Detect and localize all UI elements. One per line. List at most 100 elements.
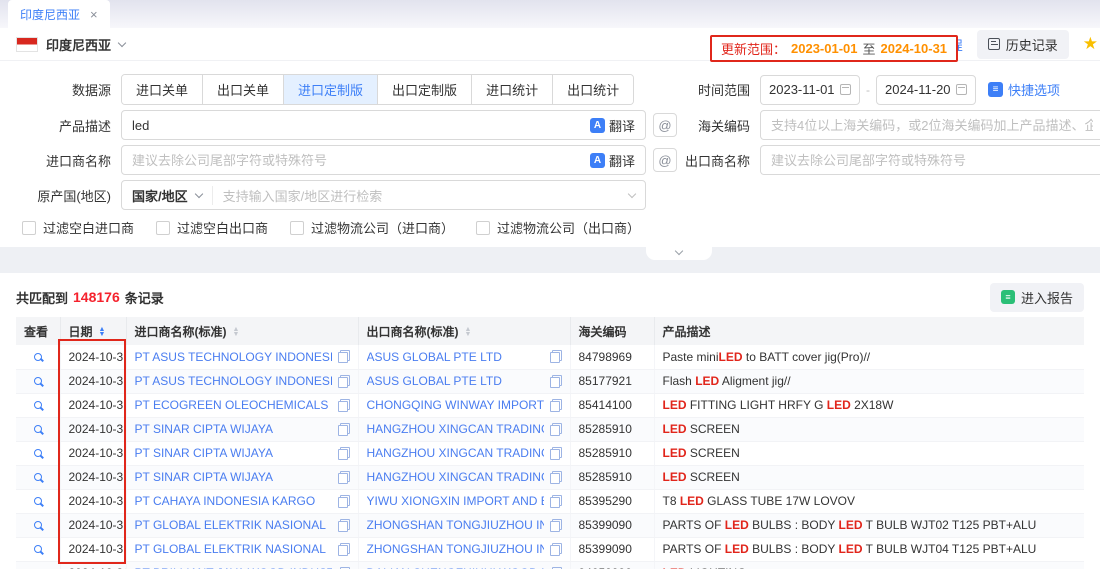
quick-options-button[interactable]: ≡ 快捷选项 bbox=[988, 80, 1060, 99]
column-header[interactable]: 出口商名称(标准)▲▼ bbox=[358, 317, 570, 345]
checkbox-icon[interactable] bbox=[156, 221, 170, 235]
copy-icon[interactable] bbox=[550, 399, 562, 412]
importer-name-link[interactable]: PT SINAR CIPTA WIJAYA bbox=[135, 446, 332, 460]
view-detail-icon[interactable] bbox=[34, 353, 42, 361]
copy-icon[interactable] bbox=[338, 471, 350, 484]
exporter-name-link[interactable]: HANGZHOU XINGCAN TRADING CO LTD bbox=[367, 422, 544, 436]
window-tab-bar: 印度尼西亚 × bbox=[0, 0, 1100, 28]
enter-report-button[interactable]: ≡ 进入报告 bbox=[990, 283, 1084, 312]
data-source-option[interactable]: 出口定制版 bbox=[378, 75, 472, 104]
checkbox-icon[interactable] bbox=[22, 221, 36, 235]
hs-code-input[interactable] bbox=[771, 118, 1093, 133]
date-cell: 2024-10-31 bbox=[60, 393, 126, 417]
view-detail-icon[interactable] bbox=[34, 425, 42, 433]
exporter-name-input[interactable] bbox=[771, 153, 1093, 168]
data-source-option[interactable]: 进口统计 bbox=[472, 75, 553, 104]
checkbox-icon[interactable] bbox=[476, 221, 490, 235]
view-detail-icon[interactable] bbox=[34, 449, 42, 457]
history-search-icon[interactable]: @ bbox=[653, 148, 677, 172]
checkbox-icon[interactable] bbox=[290, 221, 304, 235]
copy-icon[interactable] bbox=[338, 375, 350, 388]
hs-code-cell: 85399090 bbox=[570, 537, 654, 561]
hs-code-cell: 94059990 bbox=[570, 561, 654, 569]
copy-icon[interactable] bbox=[338, 519, 350, 532]
exporter-name-link[interactable]: CHONGQING WINWAY IMPORT AND E... bbox=[367, 398, 544, 412]
copy-icon[interactable] bbox=[550, 350, 562, 363]
origin-country-placeholder[interactable]: 支持输入国家/地区进行检索 bbox=[223, 186, 621, 205]
view-detail-icon[interactable] bbox=[34, 521, 42, 529]
copy-icon[interactable] bbox=[550, 375, 562, 388]
copy-icon[interactable] bbox=[338, 447, 350, 460]
sort-icon[interactable]: ▲▼ bbox=[465, 327, 472, 338]
importer-name-link[interactable]: PT SINAR CIPTA WIJAYA bbox=[135, 422, 332, 436]
data-source-option[interactable]: 出口统计 bbox=[553, 75, 633, 104]
copy-icon[interactable] bbox=[338, 399, 350, 412]
importer-name-link[interactable]: PT GLOBAL ELEKTRIK NASIONAL bbox=[135, 542, 332, 556]
exporter-name-link[interactable]: HANGZHOU XINGCAN TRADING CO LTD bbox=[367, 446, 544, 460]
filter-checkbox[interactable]: 过滤物流公司（进口商） bbox=[290, 218, 454, 237]
exporter-name-link[interactable]: HANGZHOU XINGCAN TRADING CO LTD bbox=[367, 470, 544, 484]
date-range-dash: - bbox=[866, 83, 870, 97]
chevron-down-icon[interactable] bbox=[118, 38, 126, 46]
view-detail-icon[interactable] bbox=[34, 377, 42, 385]
copy-icon[interactable] bbox=[550, 447, 562, 460]
filter-checkbox[interactable]: 过滤物流公司（出口商） bbox=[476, 218, 640, 237]
exporter-name-link[interactable]: ZHONGSHAN TONGJIUZHOU INTERNA... bbox=[367, 518, 544, 532]
sort-desc-caret: ▼ bbox=[233, 332, 240, 338]
product-text: Flash bbox=[663, 374, 696, 388]
data-source-option[interactable]: 进口关单 bbox=[122, 75, 203, 104]
copy-icon[interactable] bbox=[550, 471, 562, 484]
copy-icon[interactable] bbox=[550, 519, 562, 532]
copy-icon[interactable] bbox=[338, 423, 350, 436]
importer-name-link[interactable]: PT ASUS TECHNOLOGY INDONESIA BA... bbox=[135, 350, 332, 364]
importer-name-link[interactable]: PT ECOGREEN OLEOCHEMICALS bbox=[135, 398, 332, 412]
history-button[interactable]: 历史记录 bbox=[977, 30, 1069, 59]
tab-indonesia[interactable]: 印度尼西亚 × bbox=[8, 0, 110, 28]
copy-icon[interactable] bbox=[338, 543, 350, 556]
data-source-option[interactable]: 进口定制版 bbox=[284, 75, 378, 104]
exporter-name-link[interactable]: ASUS GLOBAL PTE LTD bbox=[367, 350, 544, 364]
product-desc-field: A 翻译 bbox=[121, 110, 646, 140]
star-icon[interactable]: ★ bbox=[1083, 34, 1098, 54]
view-detail-icon[interactable] bbox=[34, 401, 42, 409]
filter-checkbox[interactable]: 过滤空白进口商 bbox=[22, 218, 134, 237]
copy-icon[interactable] bbox=[550, 495, 562, 508]
filter-checkbox[interactable]: 过滤空白出口商 bbox=[156, 218, 268, 237]
exporter-name-field bbox=[760, 145, 1100, 175]
copy-icon[interactable] bbox=[338, 350, 350, 363]
importer-name-link[interactable]: PT GLOBAL ELEKTRIK NASIONAL bbox=[135, 518, 332, 532]
copy-icon[interactable] bbox=[550, 543, 562, 556]
table-body: 2024-10-31 PT ASUS TECHNOLOGY INDONESIA B… bbox=[16, 345, 1084, 569]
importer-name-link[interactable]: PT CAHAYA INDONESIA KARGO bbox=[135, 494, 332, 508]
exporter-wrap: ASUS GLOBAL PTE LTD bbox=[367, 350, 562, 364]
importer-wrap: PT GLOBAL ELEKTRIK NASIONAL bbox=[135, 518, 350, 532]
table-row: 2024-10-31PT ASUS TECHNOLOGY INDONESIA B… bbox=[16, 345, 1084, 369]
origin-country-selector[interactable]: 国家/地区 bbox=[132, 186, 213, 205]
translate-button[interactable]: A 翻译 bbox=[590, 116, 635, 135]
product-desc-input[interactable] bbox=[132, 118, 590, 133]
column-header[interactable]: 进口商名称(标准)▲▼ bbox=[126, 317, 358, 345]
data-source-option[interactable]: 出口关单 bbox=[203, 75, 284, 104]
date-to-input[interactable]: 2024-11-20 bbox=[876, 75, 976, 105]
date-from-input[interactable]: 2023-11-01 bbox=[760, 75, 860, 105]
translate-button[interactable]: A 翻译 bbox=[590, 151, 635, 170]
quick-options-icon: ≡ bbox=[988, 82, 1003, 97]
importer-name-link[interactable]: PT SINAR CIPTA WIJAYA bbox=[135, 470, 332, 484]
view-detail-icon[interactable] bbox=[34, 545, 42, 553]
view-detail-icon[interactable] bbox=[34, 473, 42, 481]
collapse-panel-button[interactable] bbox=[646, 246, 712, 260]
exporter-name-link[interactable]: ZHONGSHAN TONGJIUZHOU INTERNA... bbox=[367, 542, 544, 556]
column-header[interactable]: 日期 ▲▼ bbox=[60, 317, 126, 345]
importer-name-input[interactable] bbox=[132, 153, 590, 168]
sort-icon[interactable]: ▲▼ bbox=[99, 327, 106, 338]
close-icon[interactable]: × bbox=[90, 7, 98, 22]
exporter-name-link[interactable]: ASUS GLOBAL PTE LTD bbox=[367, 374, 544, 388]
importer-name-link[interactable]: PT ASUS TECHNOLOGY INDONESIA BA... bbox=[135, 374, 332, 388]
view-detail-icon[interactable] bbox=[34, 497, 42, 505]
history-search-icon[interactable]: @ bbox=[653, 113, 677, 137]
copy-icon[interactable] bbox=[338, 495, 350, 508]
sort-icon[interactable]: ▲▼ bbox=[233, 327, 240, 338]
copy-icon[interactable] bbox=[550, 423, 562, 436]
column-header-label: 日期 bbox=[69, 325, 93, 339]
exporter-name-link[interactable]: YIWU XIONGXIN IMPORT AND EXPORT... bbox=[367, 494, 544, 508]
